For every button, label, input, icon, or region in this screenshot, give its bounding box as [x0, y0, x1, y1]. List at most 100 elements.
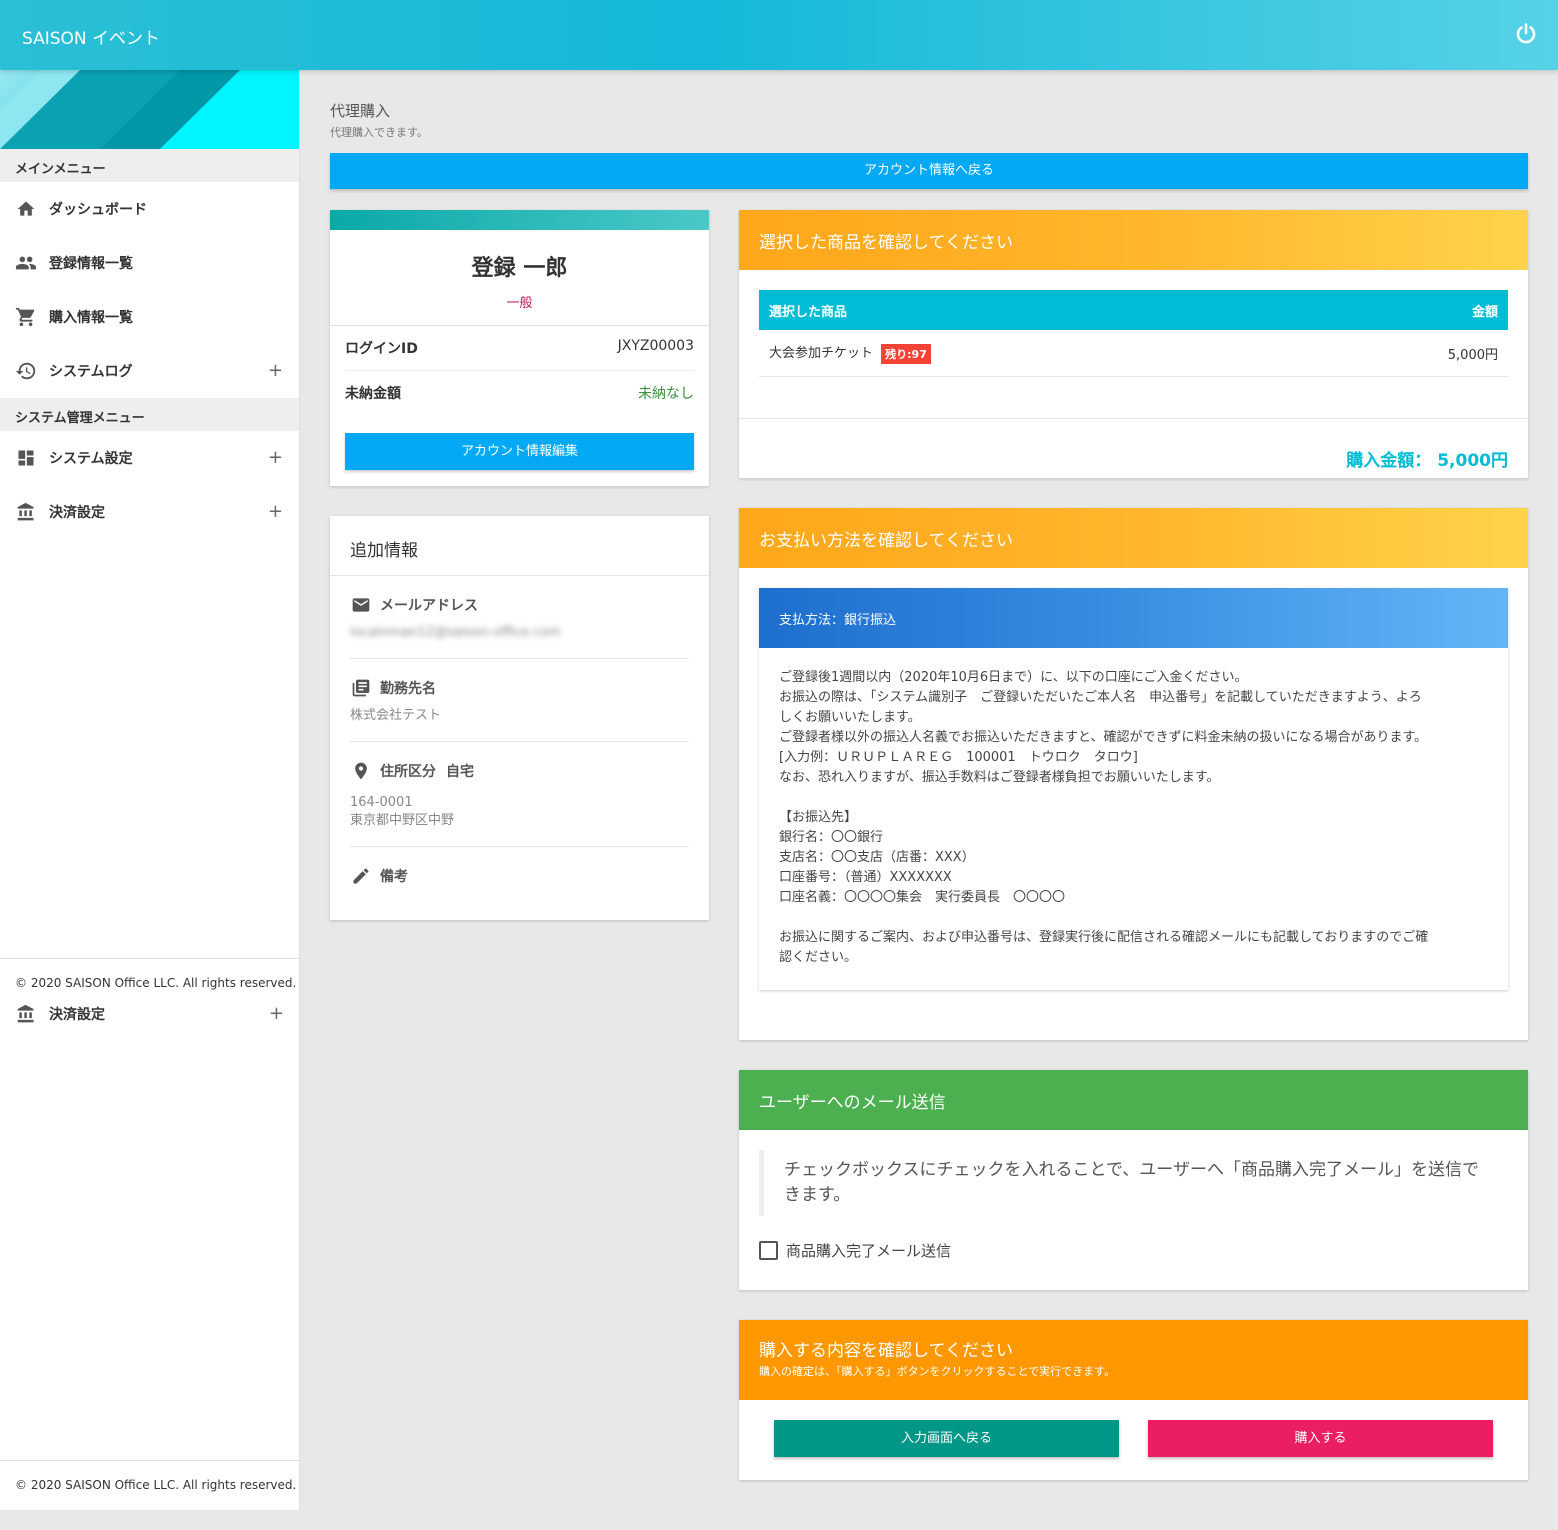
- instruction-line: しくお願いいたします。: [779, 710, 921, 725]
- mail-card-title: ユーザーへのメール送信: [739, 1070, 1528, 1130]
- sidebar-item-label: システムログ: [49, 364, 133, 380]
- address-type: 自宅: [446, 764, 474, 780]
- product-card-title: 選択した商品を確認してください: [739, 210, 1528, 270]
- unpaid-value: 未納なし: [638, 386, 694, 402]
- sidebar-banner: [0, 70, 299, 149]
- address-value: 東京都中野区中野: [350, 813, 455, 828]
- email-label: メールアドレス: [380, 598, 478, 614]
- instruction-line: お振込の際は、「システム識別子 ご登録いただいたご本人名 申込番号」を記載してい…: [779, 690, 1422, 705]
- sidebar-item-dashboard[interactable]: ダッシュボード: [0, 182, 299, 236]
- instruction-line: 口座番号：（普通）XXXXXXX: [779, 870, 952, 885]
- column-item: 選択した商品: [769, 304, 848, 320]
- dashboard-icon: [15, 447, 37, 469]
- email-item: メールアドレス localnman12@saison-office.com: [350, 576, 689, 659]
- instruction-blank: [779, 788, 1488, 808]
- address-label: 住所区分: [380, 764, 436, 780]
- postal-code: 164-0001: [350, 795, 413, 810]
- product-price: 5,000円: [1447, 347, 1498, 363]
- product-divider: [739, 418, 1528, 419]
- unpaid-row: 未納金額 未納なし: [345, 371, 694, 415]
- profile-card: 登録 一郎 一般 ログインID JXYZ00003 未納金額 未納なし アカウン…: [330, 210, 709, 486]
- main-content: 代理購入 代理購入できます。 アカウント情報へ戻る 登録 一郎 一般 ログインI…: [300, 70, 1558, 1510]
- user-role: 一般: [506, 296, 533, 311]
- checkbox-box[interactable]: [759, 1241, 778, 1260]
- home-icon: [15, 198, 37, 220]
- payment-card: お支払い方法を確認してください 支払方法：銀行振込 ご登録後1週間以内（2020…: [739, 508, 1528, 1040]
- expand-plus-icon[interactable]: +: [269, 1003, 284, 1024]
- expand-plus-icon[interactable]: +: [268, 501, 283, 522]
- payment-card-title: お支払い方法を確認してください: [739, 508, 1528, 568]
- instruction-line: ご登録者様以外の振込人名義でお振込いただきますと、確認ができずに料金未納の扱いに…: [779, 730, 1428, 745]
- company-value: 株式会社テスト: [350, 708, 442, 723]
- sidebar-item-label: システム設定: [49, 451, 133, 467]
- copyright-text-bottom: © 2020 SAISON Office LLC. All rights res…: [15, 1478, 297, 1492]
- unpaid-label: 未納金額: [345, 386, 401, 402]
- main-menu-label: メインメニュー: [0, 149, 299, 182]
- instruction-line: 【お振込先】: [779, 810, 858, 825]
- edit-account-button[interactable]: アカウント情報編集: [345, 433, 694, 470]
- confirm-card: 購入する内容を確認してください 購入の確定は、「購入する」ボタンをクリックするこ…: [739, 1320, 1528, 1480]
- stock-badge: 残り:97: [881, 343, 931, 364]
- expand-plus-icon[interactable]: +: [268, 447, 283, 468]
- sidebar-item-label: 購入情報一覧: [49, 310, 133, 326]
- payment-method-box: 支払方法：銀行振込 ご登録後1週間以内（2020年10月6日まで）に、以下の口座…: [759, 588, 1508, 990]
- sidebar-item-system-log[interactable]: システムログ +: [0, 344, 299, 398]
- power-icon[interactable]: [1514, 22, 1538, 46]
- back-to-input-button[interactable]: 入力画面へ戻る: [774, 1420, 1119, 1457]
- bank-icon: [15, 501, 37, 523]
- email-value: localnman12@saison-office.com: [350, 625, 561, 640]
- sidebar-item-registrations[interactable]: 登録情報一覧: [0, 236, 299, 290]
- note-item: 備考: [350, 847, 689, 903]
- sidebar-item-label: 決済設定: [49, 1007, 105, 1023]
- instruction-line: 口座名義：〇〇〇〇集会 実行委員長 〇〇〇〇: [779, 890, 1066, 905]
- sidebar-item-payment-settings[interactable]: 決済設定 +: [0, 485, 299, 539]
- sidebar-item-purchases[interactable]: 購入情報一覧: [0, 290, 299, 344]
- table-row: 大会参加チケット 残り:97 5,000円: [759, 330, 1508, 377]
- confirm-title: 購入する内容を確認してください: [759, 1341, 1013, 1361]
- sidebar-item-label: 決済設定: [49, 505, 105, 521]
- instruction-line: お振込に関するご案内、および申込番号は、登録実行後に配信される確認メールにも記載…: [779, 930, 1429, 945]
- mail-description: チェックボックスにチェックを入れることで、ユーザーへ「商品購入完了メール」を送信…: [759, 1150, 1508, 1216]
- admin-menu-label: システム管理メニュー: [0, 398, 299, 431]
- purchase-button[interactable]: 購入する: [1148, 1420, 1493, 1457]
- extra-info-title: 追加情報: [330, 516, 709, 576]
- sidebar-divider: [0, 958, 300, 959]
- sidebar: メインメニュー ダッシュボード 登録情報一覧 購入情報一覧 システムログ + シ…: [0, 70, 300, 1510]
- column-amount: 金額: [1471, 304, 1498, 320]
- location-pin-icon: [350, 760, 372, 782]
- confirm-subtitle: 購入の確定は、「購入する」ボタンをクリックすることで実行できます。: [759, 1365, 1116, 1378]
- sidebar-item-system-settings[interactable]: システム設定 +: [0, 431, 299, 485]
- send-mail-checkbox[interactable]: 商品購入完了メール送信: [759, 1240, 951, 1261]
- instruction-line: [入力例：ＵＲＵＰＬＡＲＥＧ 100001 トウロク タロウ]: [779, 750, 1138, 765]
- profile-stripe: [330, 210, 709, 230]
- confirm-header: 購入する内容を確認してください 購入の確定は、「購入する」ボタンをクリックするこ…: [739, 1320, 1528, 1400]
- purchase-total: 購入金額： 5,000円: [1346, 451, 1508, 471]
- product-table-header: 選択した商品 金額: [759, 290, 1508, 330]
- people-icon: [15, 252, 37, 274]
- back-to-account-button[interactable]: アカウント情報へ戻る: [330, 153, 1528, 189]
- cart-icon: [15, 306, 37, 328]
- payment-instructions: ご登録後1週間以内（2020年10月6日まで）に、以下の口座にご入金ください。 …: [759, 648, 1508, 968]
- app-title[interactable]: SAISON イベント: [22, 24, 160, 49]
- sidebar-item-payment-settings-duplicate[interactable]: 決済設定 +: [0, 987, 300, 1041]
- product-card: 選択した商品を確認してください 選択した商品 金額 大会参加チケット 残り:97…: [739, 210, 1528, 478]
- mail-icon: [350, 594, 372, 616]
- extra-info-card: 追加情報 メールアドレス localnman12@saison-office.c…: [330, 516, 709, 920]
- expand-plus-icon[interactable]: +: [268, 360, 283, 381]
- top-bar: SAISON イベント: [0, 0, 1558, 70]
- instruction-blank: [779, 908, 1488, 928]
- company-item: 勤務先名 株式会社テスト: [350, 659, 689, 742]
- payment-method-title: 支払方法：銀行振込: [759, 588, 1508, 648]
- sidebar-item-label: 登録情報一覧: [49, 256, 133, 272]
- login-id-row: ログインID JXYZ00003: [345, 326, 694, 371]
- mail-card: ユーザーへのメール送信 チェックボックスにチェックを入れることで、ユーザーへ「商…: [739, 1070, 1528, 1290]
- page-subtitle: 代理購入できます。: [330, 126, 428, 139]
- login-id-label: ログインID: [345, 341, 418, 357]
- instruction-line: なお、恐れ入りますが、振込手数料はご登録者様負担でお願いいたします。: [779, 770, 1220, 785]
- login-id-value: JXYZ00003: [617, 338, 694, 354]
- sidebar-item-label: ダッシュボード: [49, 202, 147, 218]
- bank-icon: [15, 1003, 37, 1025]
- sidebar-divider: [0, 1460, 300, 1461]
- instruction-line: 支店名：〇〇支店（店番：XXX）: [779, 850, 975, 865]
- library-books-icon: [350, 677, 372, 699]
